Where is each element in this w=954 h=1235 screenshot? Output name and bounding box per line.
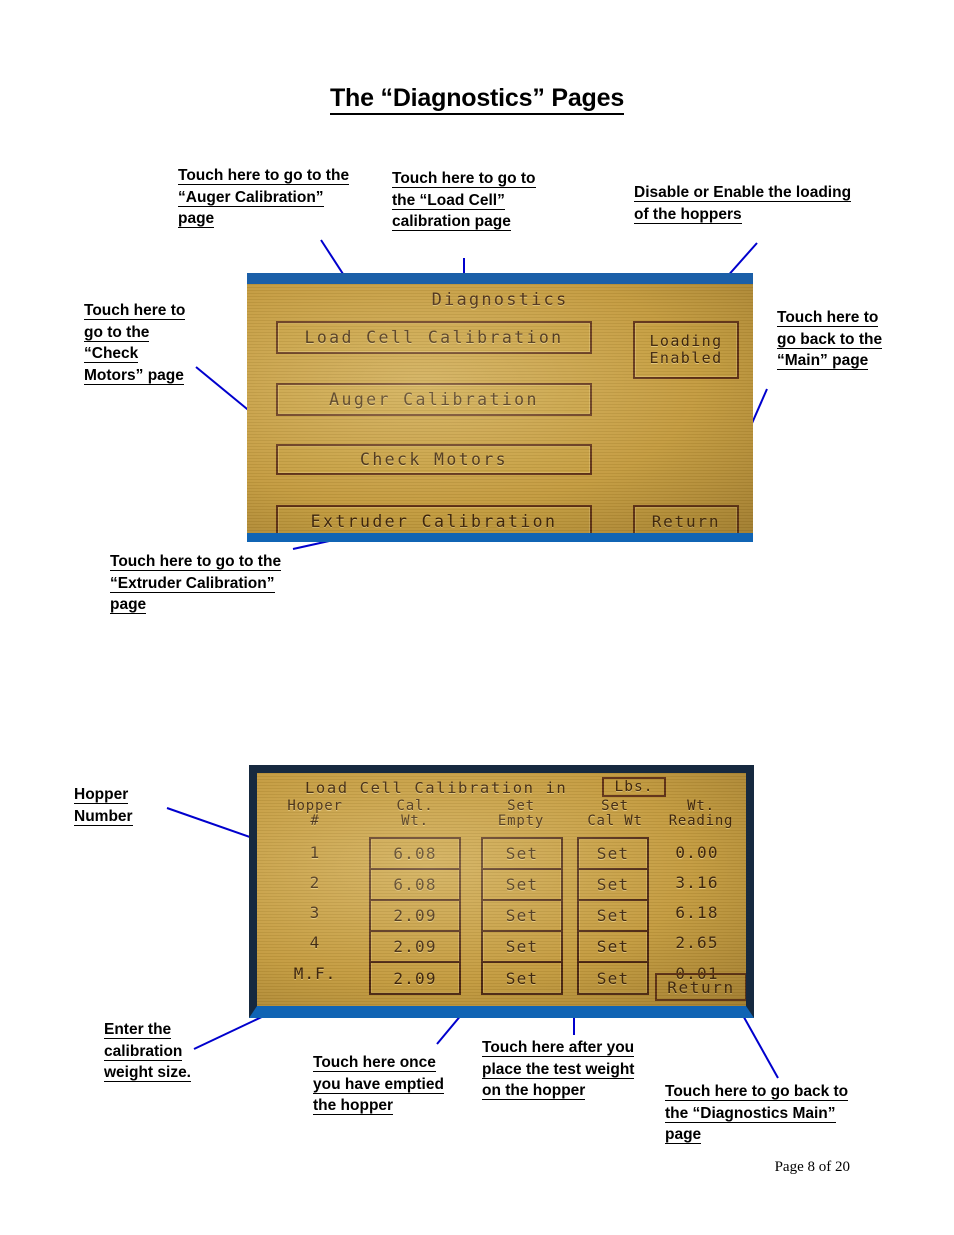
set-empty-button[interactable]: Set bbox=[481, 870, 563, 901]
column-header-set-empty-line1: Set bbox=[507, 798, 535, 814]
column-header-set-cal-wt-line2: Cal Wt bbox=[587, 813, 643, 829]
load-cell-calibration-button[interactable]: Load Cell Calibration bbox=[276, 321, 592, 354]
load-cell-calibration-screen-photo: Load Cell Calibration in Lbs. Hopper # C… bbox=[249, 765, 754, 1018]
annotation-check-motors: Touch here to go to the “Check Motors” p… bbox=[84, 300, 194, 386]
annotation-auger-text: Touch here to go to the “Auger Calibrati… bbox=[178, 167, 350, 228]
annotation-main-page-text: Touch here to go back to the “Main” page bbox=[777, 309, 883, 370]
extruder-calibration-button[interactable]: Extruder Calibration bbox=[276, 505, 592, 533]
table-row-label: 2 bbox=[309, 873, 321, 892]
wt-reading-value: 0.00 bbox=[675, 843, 719, 862]
annotation-return-diagnostics: Touch here to go back to the “Diagnostic… bbox=[665, 1081, 875, 1146]
wt-reading-value: 6.18 bbox=[675, 903, 719, 922]
screen-bezel-top bbox=[247, 273, 753, 284]
set-empty-button[interactable]: Set bbox=[481, 839, 563, 870]
annotation-main-page: Touch here to go back to the “Main” page bbox=[777, 307, 887, 372]
annotation-set-cal-wt: Touch here after you place the test weig… bbox=[482, 1037, 640, 1102]
set-empty-button[interactable]: Set bbox=[481, 932, 563, 963]
diagnostics-screen-title: Diagnostics bbox=[431, 290, 569, 310]
wt-reading-value: 3.16 bbox=[675, 873, 719, 892]
auger-calibration-button[interactable]: Auger Calibration bbox=[276, 383, 592, 416]
column-header-hopper: Hopper # bbox=[267, 799, 363, 829]
column-header-set-cal-wt-line1: Set bbox=[601, 798, 629, 814]
loading-toggle-line1: Loading bbox=[649, 332, 723, 350]
column-header-wt-reading: Wt. Reading bbox=[653, 798, 746, 829]
annotation-loading-text: Disable or Enable the loading of the hop… bbox=[634, 184, 852, 224]
annotation-extruder-calibration: Touch here to go to the “Extruder Calibr… bbox=[110, 551, 310, 616]
diagnostics-return-button[interactable]: Return bbox=[633, 505, 739, 533]
annotation-load-cell-calibration: Touch here to go to the “Load Cell” cali… bbox=[392, 168, 542, 233]
set-cal-wt-button[interactable]: Set bbox=[577, 839, 649, 870]
table-row-label: M.F. bbox=[293, 964, 337, 983]
column-header-reading-line2: Reading bbox=[668, 813, 734, 829]
column-header-cal-wt-line1: Cal. bbox=[396, 798, 434, 814]
column-header-cal-wt: Cal. Wt. bbox=[367, 799, 463, 829]
check-motors-button[interactable]: Check Motors bbox=[276, 444, 592, 475]
annotation-check-motors-text: Touch here to go to the “Check Motors” p… bbox=[84, 302, 186, 385]
set-cal-wt-button[interactable]: Set bbox=[577, 901, 649, 932]
cal-wt-input[interactable]: 2.09 bbox=[369, 932, 461, 963]
table-row-label: 1 bbox=[309, 843, 321, 862]
loading-toggle-line2: Enabled bbox=[649, 349, 723, 367]
set-empty-button[interactable]: Set bbox=[481, 901, 563, 932]
annotation-enter-cal-weight-text: Enter the calibration weight size. bbox=[104, 1021, 191, 1082]
table-row-label: 4 bbox=[309, 933, 321, 952]
annotation-set-empty: Touch here once you have emptied the hop… bbox=[313, 1052, 448, 1117]
wt-reading-value: 2.65 bbox=[675, 933, 719, 952]
annotation-auger-calibration: Touch here to go to the “Auger Calibrati… bbox=[178, 165, 353, 230]
annotation-enter-cal-weight: Enter the calibration weight size. bbox=[104, 1019, 204, 1084]
annotation-return-diagnostics-text: Touch here to go back to the “Diagnostic… bbox=[665, 1083, 849, 1144]
loading-enabled-toggle[interactable]: Loading Enabled bbox=[633, 321, 739, 379]
diagnostics-screen-photo: Diagnostics Load Cell Calibration Auger … bbox=[247, 273, 753, 542]
load-cell-heading: Load Cell Calibration in bbox=[305, 779, 568, 797]
page-title: The “Diagnostics” Pages bbox=[0, 84, 954, 115]
annotation-load-cell-text: Touch here to go to the “Load Cell” cali… bbox=[392, 170, 536, 231]
annotation-hopper-number-text: Hopper Number bbox=[74, 786, 133, 826]
cal-wt-input[interactable]: 2.09 bbox=[369, 963, 461, 994]
cal-wt-input[interactable]: 2.09 bbox=[369, 901, 461, 932]
cal-wt-input[interactable]: 6.08 bbox=[369, 870, 461, 901]
annotation-set-empty-text: Touch here once you have emptied the hop… bbox=[313, 1054, 444, 1115]
load-cell-return-button[interactable]: Return bbox=[655, 973, 746, 1001]
set-cal-wt-button[interactable]: Set bbox=[577, 963, 649, 994]
page-title-text: The “Diagnostics” Pages bbox=[329, 84, 624, 115]
set-empty-button[interactable]: Set bbox=[481, 963, 563, 994]
cal-wt-input[interactable]: 6.08 bbox=[369, 839, 461, 870]
page-footer: Page 8 of 20 bbox=[774, 1159, 850, 1175]
set-cal-wt-button[interactable]: Set bbox=[577, 870, 649, 901]
column-header-hopper-line1: Hopper bbox=[287, 798, 343, 814]
annotation-loading-enable: Disable or Enable the loading of the hop… bbox=[634, 182, 854, 225]
annotation-extruder-text: Touch here to go to the “Extruder Calibr… bbox=[110, 553, 282, 614]
column-header-set-empty-line2: Empty bbox=[497, 813, 545, 829]
table-row-label: 3 bbox=[309, 903, 321, 922]
units-selector[interactable]: Lbs. bbox=[602, 777, 666, 797]
column-header-cal-wt-line2: Wt. bbox=[401, 813, 429, 829]
set-cal-wt-button[interactable]: Set bbox=[577, 932, 649, 963]
column-header-set-cal-wt: Set Cal Wt bbox=[567, 799, 663, 829]
column-header-hopper-line2: # bbox=[310, 813, 320, 829]
column-header-set-empty: Set Empty bbox=[473, 799, 569, 829]
annotation-hopper-number: Hopper Number bbox=[74, 784, 184, 827]
column-header-reading-line1: Wt. bbox=[687, 798, 715, 814]
annotation-set-cal-wt-text: Touch here after you place the test weig… bbox=[482, 1039, 635, 1100]
